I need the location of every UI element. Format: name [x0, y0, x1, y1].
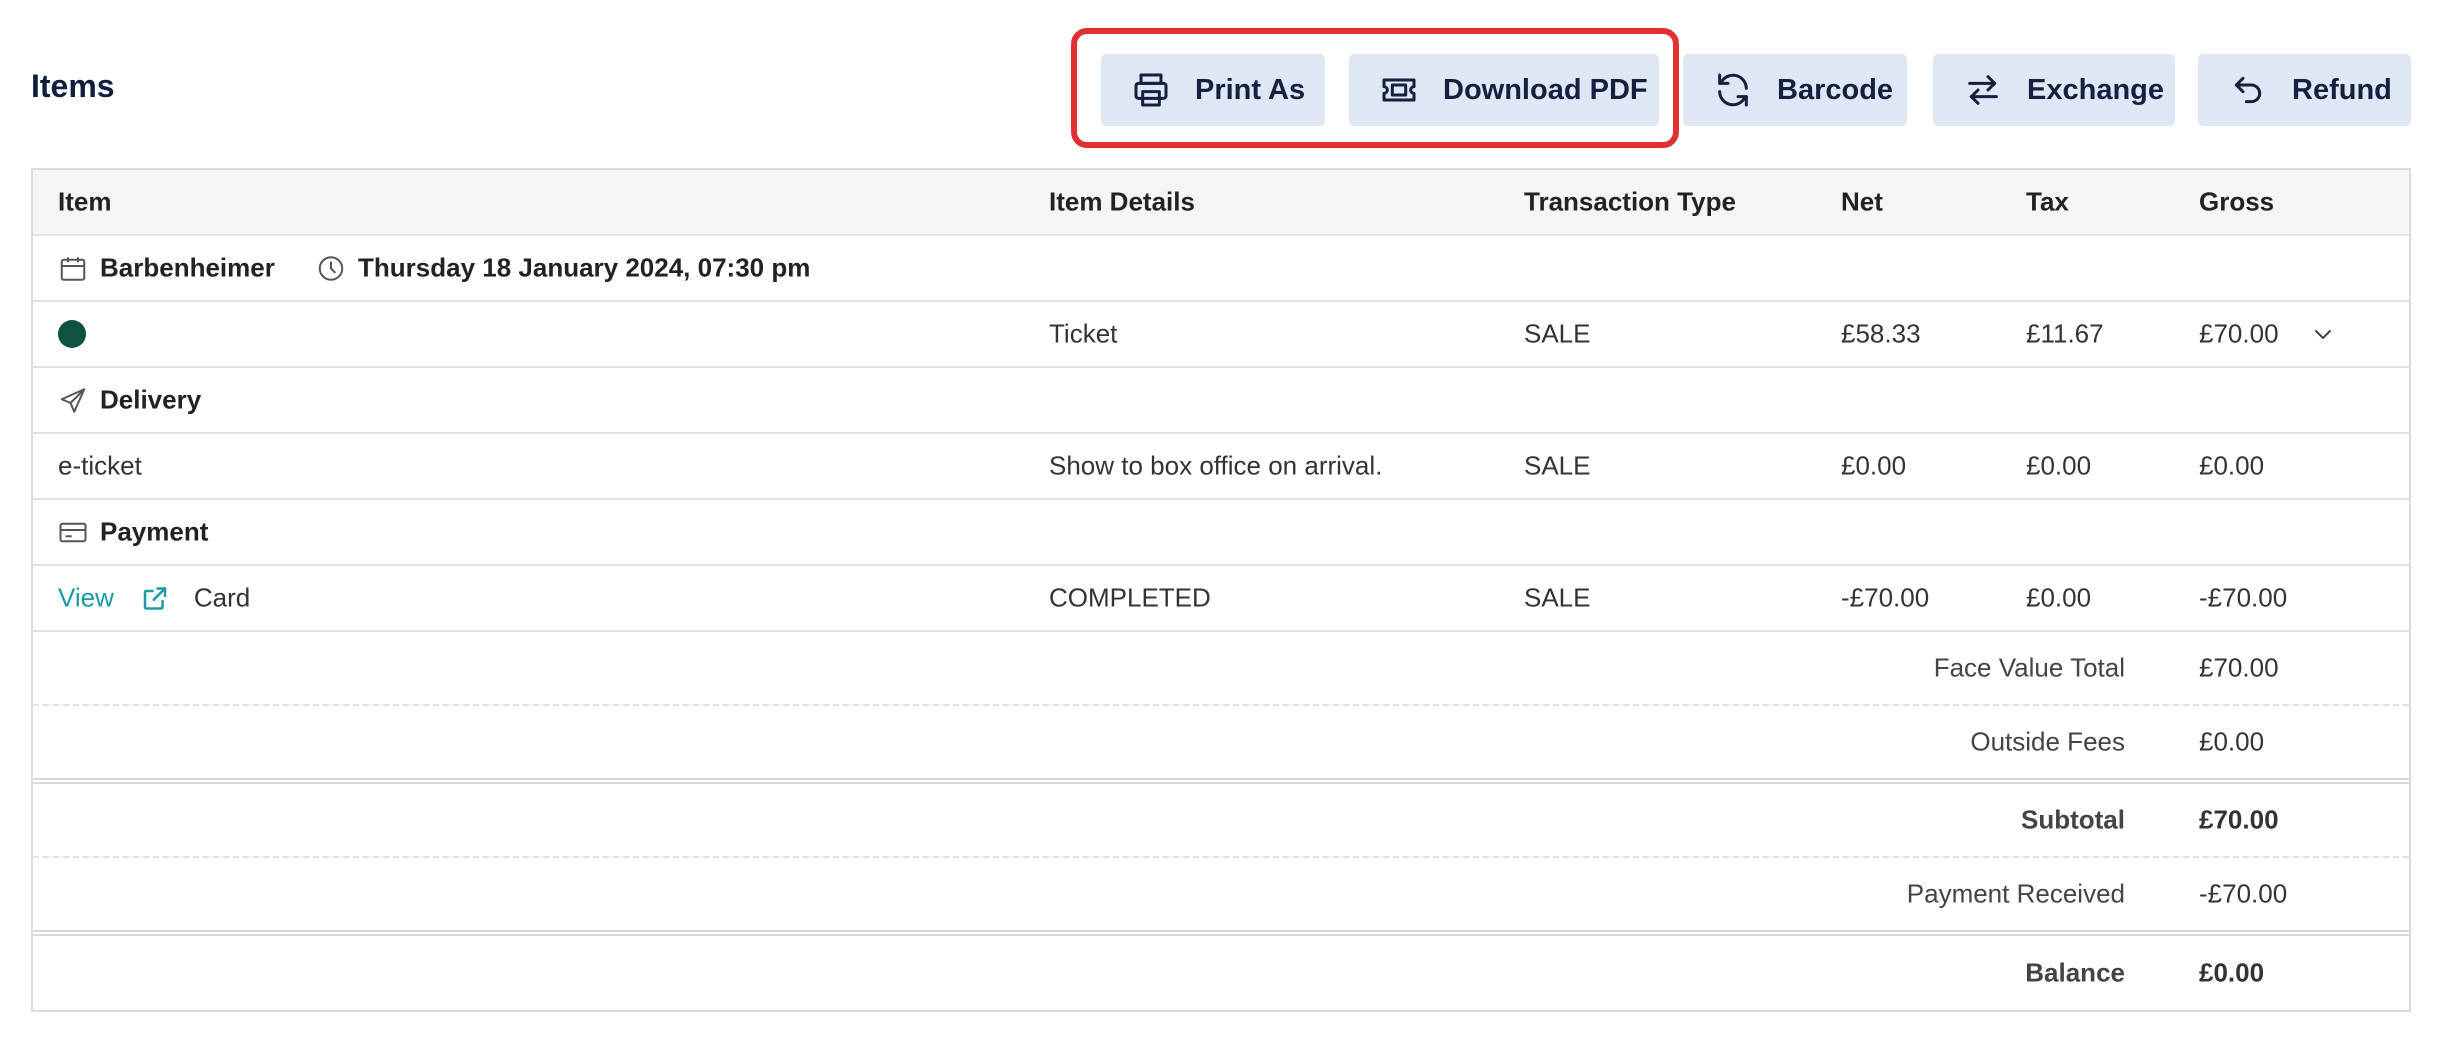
- balance-label: Balance: [2025, 957, 2125, 988]
- undo-icon: [2228, 70, 2268, 110]
- event-datetime: Thursday 18 January 2024, 07:30 pm: [316, 253, 810, 284]
- ticket-tax: £11.67: [2026, 318, 2104, 349]
- swap-arrows-icon: [1963, 70, 2003, 110]
- face-value-total-row: Face Value Total £70.00: [33, 632, 2409, 706]
- header-gross: Gross: [2199, 186, 2275, 217]
- clock-icon: [316, 253, 346, 283]
- refund-button[interactable]: Refund: [2198, 54, 2411, 126]
- exchange-button[interactable]: Exchange: [1933, 54, 2175, 126]
- payment-item: View Card: [58, 583, 250, 614]
- header-item: Item: [58, 186, 112, 217]
- credit-card-icon: [58, 517, 88, 547]
- delivery-section-label: Delivery: [100, 384, 202, 415]
- outside-fees-row: Outside Fees £0.00: [33, 706, 2409, 784]
- header-net: Net: [1841, 186, 1883, 217]
- delivery-details: Show to box office on arrival.: [1049, 450, 1383, 481]
- view-link[interactable]: View: [58, 583, 114, 614]
- status-dot: [58, 320, 86, 348]
- table-row: e-ticket Show to box office on arrival. …: [33, 434, 2409, 500]
- header-item-details: Item Details: [1049, 186, 1195, 217]
- ticket-net: £58.33: [1841, 318, 1921, 349]
- balance-row: Balance £0.00: [33, 936, 2409, 1010]
- delivery-net: £0.00: [1841, 450, 1907, 481]
- outside-fees-label: Outside Fees: [1970, 726, 2125, 757]
- table-row: View Card COMPLETED SALE -£70.00 £0.00 -…: [33, 566, 2409, 632]
- calendar-icon: [58, 253, 88, 283]
- external-link-icon[interactable]: [140, 583, 170, 613]
- send-icon: [58, 385, 88, 415]
- event-name-label: Barbenheimer: [100, 252, 275, 283]
- payment-type: SALE: [1524, 582, 1591, 613]
- subtotal-label: Subtotal: [2021, 804, 2125, 835]
- payment-section-row: Payment: [33, 500, 2409, 566]
- ticket-details: Ticket: [1049, 318, 1118, 349]
- face-value-total-label: Face Value Total: [1933, 652, 2125, 683]
- ticket-type: SALE: [1524, 318, 1591, 349]
- header-transaction-type: Transaction Type: [1524, 186, 1736, 217]
- payment-section: Payment: [58, 517, 208, 548]
- delivery-section: Delivery: [58, 385, 201, 416]
- delivery-type: SALE: [1524, 450, 1591, 481]
- payment-details: COMPLETED: [1049, 582, 1211, 613]
- table-row: Ticket SALE £58.33 £11.67 £70.00: [33, 302, 2409, 368]
- barcode-label: Barcode: [1777, 73, 1894, 106]
- event-name: Barbenheimer: [58, 253, 275, 284]
- ticket-gross: £70.00: [2199, 318, 2279, 349]
- subtotal-row: Subtotal £70.00: [33, 784, 2409, 858]
- delivery-section-row: Delivery: [33, 368, 2409, 434]
- page-title: Items: [31, 68, 115, 104]
- payment-method: Card: [193, 582, 251, 613]
- payment-received-row: Payment Received -£70.00: [33, 858, 2409, 936]
- payment-section-label: Payment: [100, 516, 209, 547]
- payment-received-label: Payment Received: [1906, 878, 2125, 909]
- chevron-down-icon[interactable]: [2311, 322, 2335, 346]
- event-row: Barbenheimer Thursday 18 January 2024, 0…: [33, 236, 2409, 302]
- header-tax: Tax: [2026, 186, 2069, 217]
- face-value-total-value: £70.00: [2199, 652, 2279, 683]
- balance-value: £0.00: [2199, 957, 2265, 988]
- payment-net: -£70.00: [1841, 582, 1930, 613]
- subtotal-value: £70.00: [2199, 804, 2279, 835]
- event-datetime-label: Thursday 18 January 2024, 07:30 pm: [358, 252, 811, 283]
- payment-tax: £0.00: [2026, 582, 2092, 613]
- outside-fees-value: £0.00: [2199, 726, 2265, 757]
- refresh-icon: [1713, 70, 1753, 110]
- payment-gross: -£70.00: [2199, 582, 2288, 613]
- delivery-gross: £0.00: [2199, 450, 2265, 481]
- highlight-box: [1071, 28, 1679, 148]
- items-table: Item Item Details Transaction Type Net T…: [31, 168, 2411, 1012]
- payment-received-value: -£70.00: [2199, 878, 2288, 909]
- exchange-label: Exchange: [2027, 73, 2164, 106]
- barcode-button[interactable]: Barcode: [1683, 54, 1907, 126]
- delivery-item: e-ticket: [58, 450, 142, 481]
- table-header-row: Item Item Details Transaction Type Net T…: [33, 170, 2409, 236]
- delivery-tax: £0.00: [2026, 450, 2092, 481]
- refund-label: Refund: [2292, 73, 2392, 106]
- items-header: Items Print As Download PDF Barcode Exch…: [0, 0, 2444, 150]
